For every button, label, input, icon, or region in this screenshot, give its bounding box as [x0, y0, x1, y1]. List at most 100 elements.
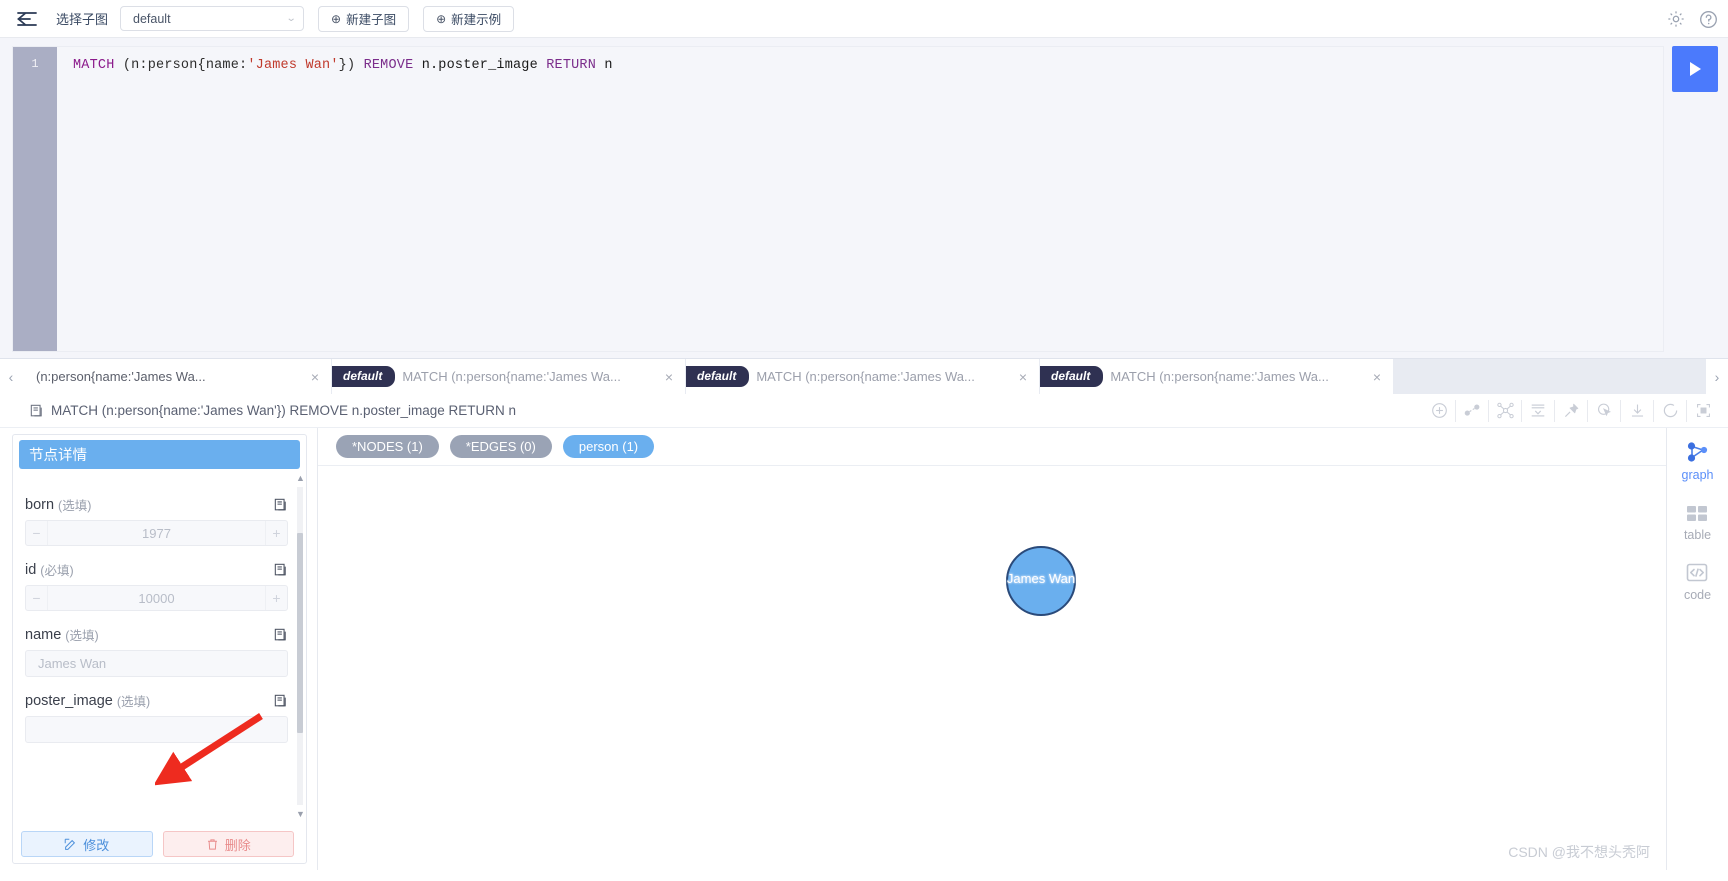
subgraph-select[interactable]: default ⌄ [120, 6, 305, 31]
query-editor-area: 1 MATCH (n:person{name:'James Wan'}) REM… [0, 38, 1728, 358]
copy-icon[interactable] [274, 498, 288, 512]
delete-node-button[interactable]: 删除 [162, 831, 294, 857]
editor-code[interactable]: MATCH (n:person{name:'James Wan'}) REMOV… [57, 47, 1663, 351]
table-icon [1687, 506, 1708, 521]
field-required-tag: (选填) [65, 629, 99, 643]
add-circle-icon[interactable] [1423, 399, 1456, 422]
rail-item-table[interactable]: table [1684, 502, 1711, 542]
field-label-name: name (选填) [25, 625, 288, 644]
tabs-next-button[interactable]: › [1706, 359, 1728, 394]
node-detail-card: 节点详情 born (选填) − 1977 + id (必填) − 10000 … [12, 434, 307, 864]
result-tab-1[interactable]: (n:person{name:'James Wa... × [22, 359, 332, 394]
new-subgraph-button[interactable]: ⊕ 新建子图 [318, 5, 410, 32]
scrollbar-thumb[interactable] [297, 533, 303, 733]
download-icon[interactable] [1621, 399, 1654, 422]
graph-canvas[interactable]: James Wan CSDN @我不想头秃阿 [318, 466, 1666, 870]
trash-icon [207, 838, 217, 850]
token-remove: REMOVE [363, 58, 414, 73]
fields-clipped-top [25, 475, 288, 481]
graph-node-james-wan[interactable] [1006, 546, 1076, 616]
field-input-born[interactable]: − 1977 + [25, 520, 288, 546]
watermark: CSDN @我不想头秃阿 [1508, 844, 1650, 860]
result-tab-title: MATCH (n:person{name:'James Wa... [756, 369, 975, 384]
chevron-down-icon: ⌄ [285, 13, 297, 24]
back-arrow-icon[interactable] [14, 6, 40, 32]
question-circle-icon[interactable] [1698, 9, 1718, 29]
scroll-up-icon[interactable]: ▲ [296, 473, 305, 483]
result-query-text: MATCH (n:person{name:'James Wan'}) REMOV… [51, 403, 517, 418]
tab-subgraph-badge: default [686, 366, 750, 387]
copy-icon[interactable] [30, 404, 44, 418]
token-string: 'James Wan' [247, 58, 339, 73]
increment-button[interactable]: + [265, 521, 287, 545]
result-header: MATCH (n:person{name:'James Wan'}) REMOV… [0, 394, 1728, 428]
expand-nodes-icon[interactable] [1456, 399, 1489, 422]
annotation-arrow-icon [448, 646, 588, 726]
new-subgraph-label: 新建子图 [346, 13, 397, 27]
chip-edges[interactable]: *EDGES (0) [449, 435, 552, 458]
graph-filter-chips: *NODES (1) *EDGES (0) person (1) [318, 428, 1666, 466]
close-icon[interactable]: × [309, 369, 321, 385]
field-required-tag: (选填) [58, 499, 92, 513]
token-match: MATCH [73, 58, 115, 73]
close-icon[interactable]: × [1371, 369, 1383, 385]
field-required-tag: (选填) [116, 695, 151, 709]
close-icon[interactable]: × [663, 369, 675, 385]
query-editor[interactable]: 1 MATCH (n:person{name:'James Wan'}) REM… [12, 46, 1664, 352]
node-detail-fields: born (选填) − 1977 + id (必填) − 10000 + nam… [13, 471, 306, 821]
edit-node-button[interactable]: 修改 [21, 831, 153, 857]
token-pattern-open: (n:person{name: [114, 58, 248, 73]
scroll-down-icon[interactable]: ▼ [296, 809, 305, 819]
plus-circle-icon: ⊕ [436, 11, 447, 26]
field-name: name [25, 626, 62, 643]
subgraph-select-value: default [133, 11, 171, 26]
rail-item-graph[interactable]: graph [1682, 440, 1713, 482]
result-toolbar [1423, 399, 1720, 422]
increment-button[interactable]: + [265, 586, 287, 610]
decrement-button[interactable]: − [26, 521, 48, 545]
view-mode-rail: graph table code [1666, 428, 1728, 870]
result-tab-4[interactable]: default MATCH (n:person{name:'James Wa..… [1040, 359, 1394, 394]
field-input-id[interactable]: − 10000 + [25, 585, 288, 611]
gear-icon[interactable] [1666, 9, 1686, 29]
field-name: born [25, 496, 55, 513]
pin-icon[interactable] [1555, 399, 1588, 422]
detail-panel-scrollbar[interactable]: ▲ ▼ [296, 473, 305, 819]
result-body: 节点详情 born (选填) − 1977 + id (必填) − 10000 … [0, 428, 1728, 870]
field-input-name[interactable]: James Wan [25, 650, 288, 677]
token-prop: n.poster_image [413, 58, 547, 73]
field-label-id: id (必填) [25, 560, 288, 579]
tabs-strip: (n:person{name:'James Wa... × default MA… [22, 359, 1706, 394]
detail-panel-actions: 修改 删除 [21, 831, 294, 857]
line-number: 1 [31, 57, 39, 71]
graph-panel: *NODES (1) *EDGES (0) person (1) James W… [318, 428, 1666, 870]
topbar-right-actions [1666, 0, 1718, 38]
tabs-prev-button[interactable]: ‹ [0, 359, 22, 394]
tab-subgraph-badge: default [1040, 366, 1104, 387]
top-toolbar: 选择子图 default ⌄ ⊕ 新建子图 ⊕ 新建示例 [0, 0, 1728, 38]
refresh-circle-icon[interactable] [1654, 399, 1687, 422]
result-tab-2[interactable]: default MATCH (n:person{name:'James Wa..… [332, 359, 686, 394]
copy-icon[interactable] [274, 563, 288, 577]
result-query-row: MATCH (n:person{name:'James Wan'}) REMOV… [30, 403, 516, 418]
decrement-button[interactable]: − [26, 586, 48, 610]
select-cursor-icon[interactable] [1588, 399, 1621, 422]
close-icon[interactable]: × [1017, 369, 1029, 385]
network-icon[interactable] [1489, 399, 1522, 422]
field-input-poster-image[interactable] [25, 716, 288, 743]
run-query-button[interactable] [1672, 46, 1718, 92]
fullscreen-icon[interactable] [1687, 400, 1720, 422]
copy-icon[interactable] [274, 694, 288, 708]
chip-nodes[interactable]: *NODES (1) [336, 435, 439, 458]
field-required-tag: (必填) [40, 564, 74, 578]
edit-icon [64, 838, 76, 850]
rail-item-code[interactable]: code [1684, 562, 1711, 602]
copy-icon[interactable] [274, 628, 288, 642]
chip-person[interactable]: person (1) [562, 435, 655, 458]
new-sample-button[interactable]: ⊕ 新建示例 [423, 5, 515, 32]
result-tab-title: (n:person{name:'James Wa... [36, 369, 206, 384]
plus-circle-icon: ⊕ [331, 11, 342, 26]
field-value: 1977 [142, 525, 171, 541]
collapse-icon[interactable] [1522, 399, 1555, 422]
result-tab-3[interactable]: default MATCH (n:person{name:'James Wa..… [686, 359, 1040, 394]
